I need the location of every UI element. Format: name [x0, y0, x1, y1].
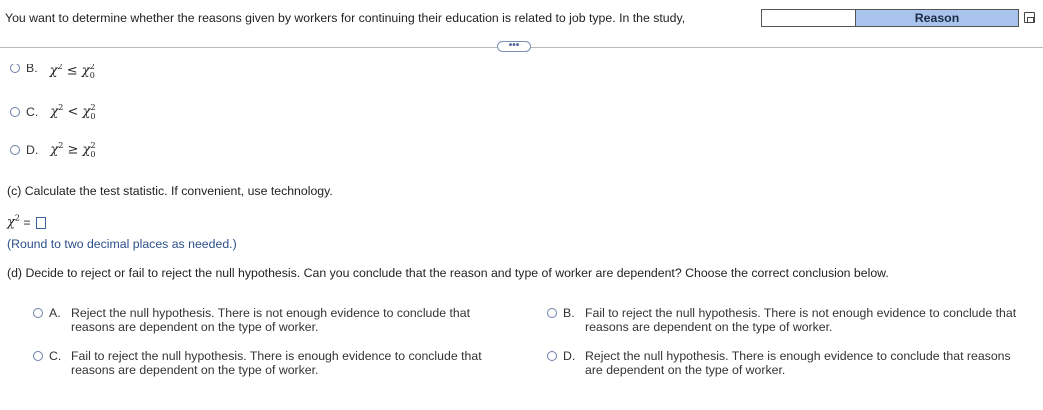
table-header-empty-cell [762, 10, 856, 26]
copy-icon[interactable] [1024, 12, 1035, 23]
chi-square-answer-row: χ2 = [7, 214, 47, 231]
option-letter: C. [26, 104, 39, 119]
question-text: You want to determine whether the reason… [5, 11, 686, 25]
choice-a[interactable]: A. Reject the null hypothesis. There is … [33, 306, 470, 334]
choice-letter: A. [49, 306, 61, 320]
radio-choice-b[interactable] [547, 308, 557, 318]
choice-b[interactable]: B. Fail to reject the null hypothesis. T… [547, 306, 1016, 334]
choice-c[interactable]: C. Fail to reject the null hypothesis. T… [33, 349, 482, 377]
choice-letter: C. [49, 349, 62, 363]
option-b-expression: χ2 ≤ χ02 [49, 64, 95, 78]
data-table-header: Reason [761, 9, 1019, 27]
choice-b-line1: Fail to reject the null hypothesis. Ther… [585, 306, 1017, 320]
more-options-button[interactable]: ••• [497, 41, 531, 52]
choice-a-line1: Reject the null hypothesis. There is not… [71, 306, 471, 320]
choice-d-line2: are dependent on the type of worker. [585, 363, 786, 377]
radio-option-c[interactable] [10, 106, 20, 117]
option-c[interactable]: C. χ2 < χ02 [10, 103, 96, 121]
radio-choice-d[interactable] [547, 351, 557, 361]
option-d-expression: χ2 ≥ χ02 [50, 141, 96, 159]
rounding-hint: (Round to two decimal places as needed.) [7, 237, 237, 251]
choice-letter: D. [563, 349, 576, 363]
radio-option-b[interactable] [10, 64, 20, 73]
option-d[interactable]: D. χ2 ≥ χ02 [10, 141, 96, 159]
part-c-prompt: (c) Calculate the test statistic. If con… [7, 184, 333, 198]
option-b[interactable]: B. χ2 ≤ χ02 [10, 64, 95, 78]
radio-option-d[interactable] [10, 144, 20, 155]
radio-choice-a[interactable] [33, 308, 43, 318]
choice-b-line2: reasons are dependent on the type of wor… [585, 320, 833, 334]
option-letter: B. [26, 64, 38, 75]
choice-c-line1: Fail to reject the null hypothesis. Ther… [71, 349, 482, 363]
radio-choice-c[interactable] [33, 351, 43, 361]
chi-square-symbol: χ2 [7, 214, 20, 231]
option-letter: D. [26, 142, 39, 157]
choice-letter: B. [563, 306, 575, 320]
choice-d-line1: Reject the null hypothesis. There is eno… [585, 349, 1011, 363]
choice-a-line2: reasons are dependent on the type of wor… [71, 320, 319, 334]
choice-d[interactable]: D. Reject the null hypothesis. There is … [547, 349, 1011, 377]
choice-c-line2: reasons are dependent on the type of wor… [71, 363, 319, 377]
chi-square-answer-input[interactable] [36, 217, 47, 230]
option-c-expression: χ2 < χ02 [50, 103, 96, 121]
table-header-reason: Reason [856, 10, 1018, 26]
part-d-prompt: (d) Decide to reject or fail to reject t… [7, 266, 889, 280]
